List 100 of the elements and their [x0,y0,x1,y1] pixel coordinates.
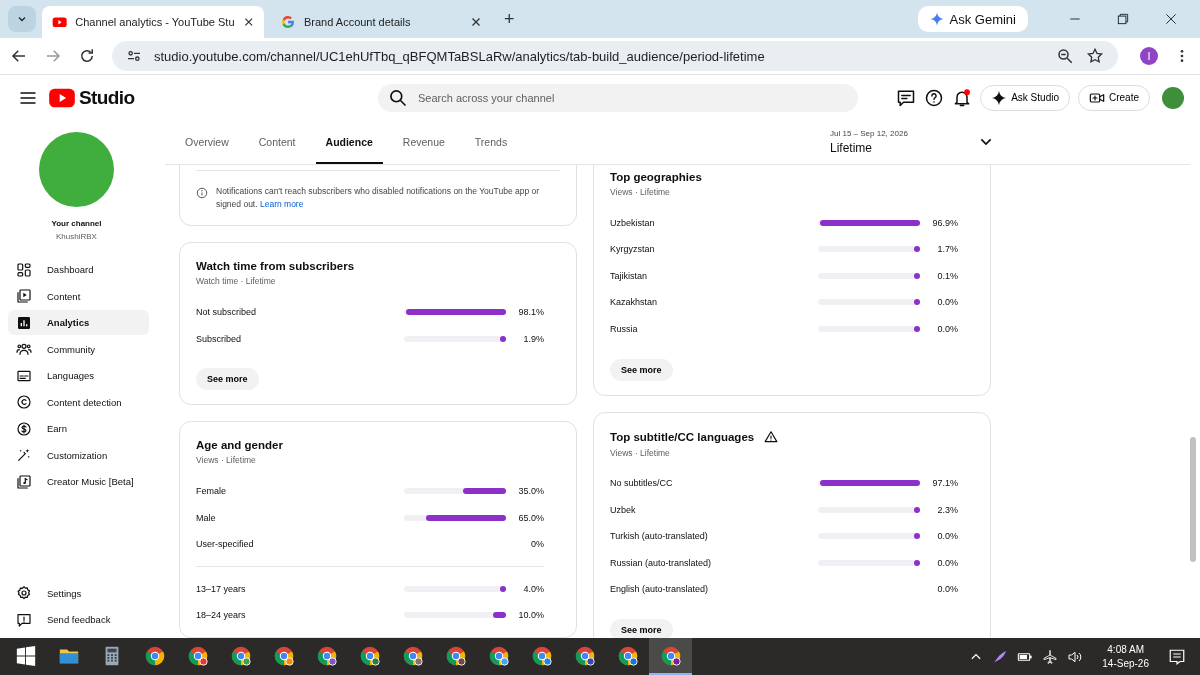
browser-logo-icon[interactable] [186,644,209,667]
warning-icon[interactable] [764,429,779,444]
forward-arrow-icon[interactable] [44,47,62,65]
card-subtitle: Views · Lifetime [610,447,671,458]
percentage-value: 0.0% [936,297,958,308]
percentage-value: 10.0% [517,610,544,621]
row-label: Tajikistan [610,270,648,281]
card-title: Watch time from subscribers [196,260,355,273]
browser-logo-icon[interactable] [315,644,338,667]
browser-logo-icon[interactable] [659,644,682,667]
sidebar-item[interactable]: Creator Music [Beta] [8,469,149,494]
reload-icon[interactable] [78,47,96,65]
see-more-button[interactable]: See more [610,619,673,638]
notifications-icon[interactable] [1168,647,1186,666]
percentage-value: 0.0% [936,557,958,568]
analytics-tab[interactable]: Audience [315,122,383,164]
tab-title: Brand Account details [304,16,412,28]
site-settings-icon[interactable] [126,48,142,64]
feather-icon[interactable] [992,648,1009,665]
close-icon[interactable] [242,16,254,28]
browser-logo-icon[interactable] [444,644,467,667]
star-icon[interactable] [1086,47,1104,65]
browser-logo-icon[interactable] [143,644,166,667]
analytics-tab[interactable]: Content [248,122,306,164]
card-subtitle: Views · Lifetime [610,187,671,197]
analytics-tab[interactable]: Revenue [392,122,455,164]
sidebar-item[interactable]: Earn [8,416,149,441]
row-label: 13–17 years [196,583,247,594]
sidebar-item[interactable]: Customization [8,442,149,468]
percentage-value: 1.9% [522,333,544,344]
sidebar-item[interactable]: Analytics [8,310,149,335]
browser-logo-icon[interactable] [401,644,424,667]
copyright-icon [16,394,32,410]
row-label: Kazakhstan [610,297,659,308]
percentage-value: 97.1% [931,478,958,489]
row-label: Uzbek [610,504,637,515]
row-label: Not subscribed [196,307,258,318]
percentage-value: 2.3% [936,504,958,515]
studio-logo-text[interactable]: Studio [79,86,135,109]
row-label: Russia [610,323,639,334]
notification-bell-icon[interactable] [952,87,973,108]
learn-more-link[interactable]: Learn more [259,199,304,210]
sidebar-item[interactable]: Send feedback [8,607,149,632]
channel-label: Your channel [51,219,102,228]
sparkle-icon [991,89,1008,106]
bar-chart-icon [16,314,32,331]
browser-logo-icon[interactable] [358,644,381,667]
back-arrow-icon[interactable] [10,47,28,65]
row-label: 18–24 years [196,610,247,621]
music-note-icon [16,473,32,490]
address-bar[interactable]: studio.youtube.com/channel/UC1ehUfTbq_qBFQMTaBSLaRw/analytics/tab-build_audience/period-lifetime [112,41,1118,71]
percentage-value: 0.0% [936,323,958,334]
row-label: No subtitles/CC [610,478,674,489]
percentage-value: 65.0% [517,512,544,523]
sidebar-item[interactable]: Community [8,336,149,362]
close-icon[interactable] [470,16,482,28]
browser-logo-icon[interactable] [573,644,596,667]
create-button[interactable]: Create [1078,84,1150,111]
percentage-value: 0.0% [936,531,958,542]
browser-tab[interactable]: Brand Account details [270,6,492,38]
sidebar-item[interactable]: Content [8,283,149,309]
date-range-picker[interactable]: Jul 15 – Sep 12, 2026 Lifetime [830,120,994,164]
feedback-icon [16,611,32,628]
see-more-button[interactable]: See more [610,358,673,381]
row-label: Female [196,486,227,497]
browser-logo-icon[interactable] [530,644,553,667]
channel-avatar[interactable] [1162,86,1184,109]
analytics-tab[interactable]: Trends [464,122,518,164]
sidebar-item[interactable]: Languages [8,363,149,388]
browser-logo-icon[interactable] [487,644,510,667]
new-tab-button[interactable]: + [498,8,521,30]
search-field[interactable]: Search across your channel [378,83,858,112]
search-input[interactable]: Search across your channel [416,90,848,105]
card-title: Top geographies [610,171,702,183]
people-icon [16,341,32,357]
ask-gemini-button[interactable]: Ask Gemini [917,6,1028,32]
card-subtitle: Watch time · Lifetime [196,276,277,287]
windows-logo-icon[interactable] [14,644,37,667]
see-more-button[interactable]: See more [196,368,259,391]
percentage-value: 98.1% [517,307,544,318]
airplane-icon[interactable] [1042,648,1059,665]
close-icon[interactable] [1164,12,1178,26]
help-icon[interactable] [924,87,945,108]
analytics-tab[interactable]: Overview [175,122,239,164]
browser-tab[interactable]: Channel analytics - YouTube Stu [42,6,264,38]
profile-avatar[interactable]: I [1140,47,1158,65]
sidebar-item[interactable]: Content detection [8,389,149,415]
percentage-value: 0% [530,539,544,550]
browser-logo-icon[interactable] [229,644,252,667]
browser-logo-icon[interactable] [616,644,639,667]
row-label: Kyrgyzstan [610,244,656,255]
sidebar-item[interactable]: Dashboard [8,257,149,282]
ask-studio-button[interactable]: Ask Studio [980,84,1070,111]
row-label: Male [196,512,217,523]
clock[interactable]: 4:08 AM 14-Sep-26 [1102,642,1149,671]
scrollbar-thumb[interactable] [1190,437,1196,562]
restore-icon[interactable] [1116,12,1130,26]
browser-logo-icon[interactable] [272,644,295,667]
sidebar-item[interactable]: Settings [8,580,149,606]
zoom-icon[interactable] [1056,47,1074,65]
